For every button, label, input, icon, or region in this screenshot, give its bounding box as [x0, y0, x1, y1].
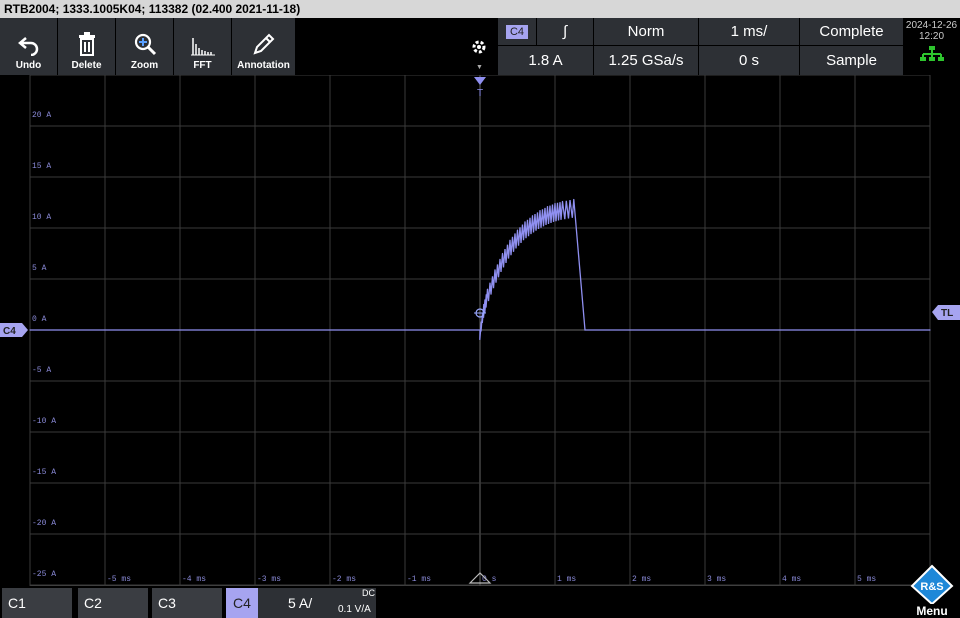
undo-button[interactable]: Undo [0, 18, 58, 75]
sample-rate[interactable]: 1.25 GSa/s [594, 46, 698, 75]
rising-edge-icon: ∫ [562, 23, 568, 40]
x-tick-label: -2 ms [332, 575, 356, 584]
channel-c4-coupling: DC [362, 588, 375, 598]
trigger-time-marker-label: T [477, 88, 483, 99]
data-point [29, 329, 31, 331]
y-tick-label: -10 A [32, 417, 56, 426]
y-tick-label: -15 A [32, 468, 56, 477]
trigger-status-panel: C4 ∫ 1.8 A Norm 1.25 GSa/s 1 ms/ 0 s Com… [498, 18, 903, 75]
x-tick-label: -1 ms [407, 575, 431, 584]
trigger-level-marker-label: TL [941, 308, 953, 319]
undo-label: Undo [15, 60, 42, 71]
rs-logo-text: R&S [920, 581, 943, 593]
delete-button[interactable]: Delete [58, 18, 116, 75]
data-point [494, 269, 496, 271]
trigger-level-marker[interactable]: TL [932, 305, 960, 320]
undo-icon [17, 37, 38, 56]
fft-button[interactable]: FFT [174, 18, 232, 75]
y-tick-label: 15 A [32, 162, 51, 171]
datetime: 2024-12-26 12:20 [903, 18, 960, 75]
channel-c4-label: C4 [226, 588, 258, 618]
channel-c1-label: C1 [8, 595, 26, 611]
trigger-position[interactable]: 0 s [699, 46, 799, 75]
data-point [531, 215, 534, 217]
y-tick-label: 10 A [32, 213, 51, 222]
channel-c2-label: C2 [84, 595, 102, 611]
data-point [539, 210, 541, 212]
trigger-time-marker[interactable]: T [474, 77, 486, 99]
zoom-label: Zoom [130, 60, 159, 71]
fft-label: FFT [193, 60, 212, 71]
trigger-slope[interactable]: ∫ [537, 18, 593, 45]
data-point [524, 221, 526, 223]
x-tick-label: 4 ms [782, 575, 801, 584]
channel-offset-marker[interactable]: C4 [0, 323, 28, 337]
menu-label: Menu [916, 604, 948, 618]
trigger-mode[interactable]: Norm [594, 18, 698, 45]
zoom-icon [134, 33, 156, 56]
trash-icon [78, 32, 95, 56]
x-tick-label: 3 ms [707, 575, 726, 584]
rs-logo-icon: R&S [910, 564, 954, 604]
trigger-source[interactable]: C4 [498, 18, 536, 45]
x-tick-labels: -5 ms -4 ms -3 ms -2 ms -1 ms 0 s1 ms 2 ms 3 ms… [107, 575, 876, 584]
toolbar: Undo Delete Zoom FFT Annotation [0, 18, 296, 75]
trigger-source-badge: C4 [505, 24, 529, 39]
data-point [483, 303, 485, 306]
data-point [554, 202, 556, 205]
y-tick-label: 0 A [32, 315, 47, 324]
chevron-down-icon: ▼ [476, 64, 483, 71]
trigger-level[interactable]: 1.8 A [498, 46, 593, 75]
data-point [561, 200, 564, 203]
channel-c4-tab[interactable]: C4 5 A/ DC 0.1 V/A [226, 588, 376, 618]
settings-button[interactable] [468, 36, 490, 58]
data-point [509, 239, 511, 241]
data-point [486, 288, 489, 290]
data-point [479, 329, 481, 331]
acquisition-mode[interactable]: Sample [800, 46, 903, 75]
data-point [516, 229, 519, 231]
y-tick-label: 20 A [32, 111, 51, 120]
x-tick-label: 2 ms [632, 575, 651, 584]
pencil-icon [252, 33, 274, 55]
date-text: 2024-12-26 [905, 20, 958, 31]
x-tick-label: -5 ms [107, 575, 131, 584]
timebase[interactable]: 1 ms/ [699, 18, 799, 45]
time-text: 12:20 [918, 31, 945, 42]
zoom-button[interactable]: Zoom [116, 18, 174, 75]
channel-c4-probe: 0.1 V/A [338, 604, 371, 615]
data-point [573, 198, 575, 201]
gear-icon [472, 40, 486, 54]
annotation-label: Annotation [237, 60, 290, 71]
channel-c3-label: C3 [158, 595, 176, 611]
y-tick-label: -20 A [32, 519, 56, 528]
x-tick-label: 1 ms [557, 575, 576, 584]
annotation-button[interactable]: Annotation [232, 18, 296, 75]
channel-c4-scale: 5 A/ [288, 595, 313, 611]
channel-offset-marker-label: C4 [3, 326, 16, 337]
x-tick-label: 5 ms [857, 575, 876, 584]
y-tick-label: -25 A [32, 570, 56, 579]
data-point [929, 329, 931, 331]
window-title: RTB2004; 1333.1005K04; 113382 (02.400 20… [0, 0, 960, 18]
channel-c1-tab[interactable]: C1 [2, 588, 72, 618]
channel-c3-tab[interactable]: C3 [152, 588, 222, 618]
delete-label: Delete [71, 60, 102, 71]
data-point [546, 205, 549, 208]
menu-button[interactable]: R&S Menu [904, 560, 960, 618]
acquisition-state[interactable]: Complete [800, 18, 903, 45]
channel-c2-tab[interactable]: C2 [78, 588, 148, 618]
network-icon [919, 46, 944, 61]
fft-icon [190, 38, 215, 56]
x-tick-label: -3 ms [257, 575, 281, 584]
y-tick-label: -5 A [32, 366, 51, 375]
y-tick-labels: 20 A 15 A 10 A 5 A 0 A -5 A -10 A -15 A -20 A -25… [32, 111, 56, 579]
waveform-display[interactable]: 20 A 15 A 10 A 5 A 0 A -5 A -10 A -15 A -20 A -25… [0, 75, 960, 586]
data-point [501, 252, 504, 255]
y-tick-label: 5 A [32, 264, 47, 273]
data-point [584, 329, 586, 331]
x-tick-label: -4 ms [182, 575, 206, 584]
